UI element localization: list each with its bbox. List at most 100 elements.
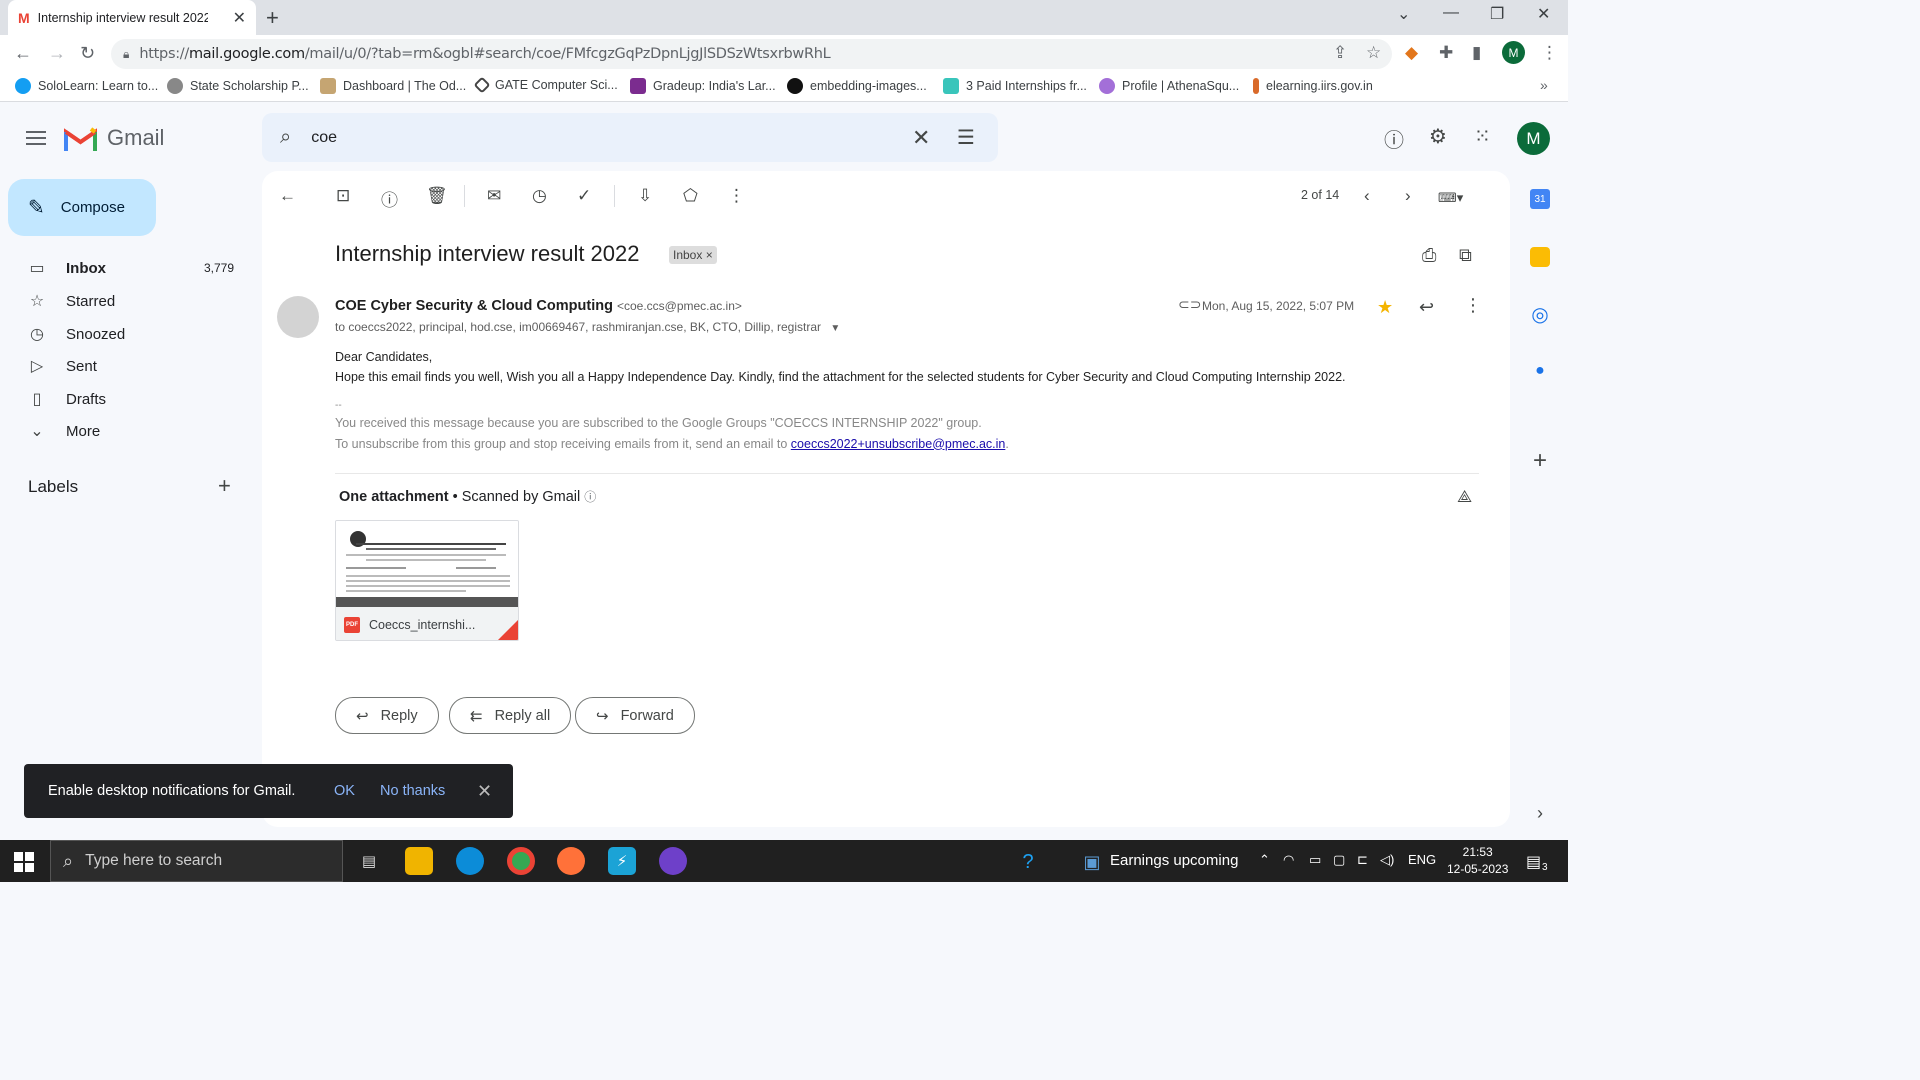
settings-gear-icon[interactable]: ⚙ <box>1429 124 1447 149</box>
share-icon[interactable]: ⇪ <box>1333 43 1347 63</box>
new-tab-icon[interactable]: + <box>266 5 279 31</box>
archive-icon[interactable]: ⊡ <box>336 186 350 206</box>
calendar-icon[interactable]: 31 <box>1530 189 1550 209</box>
attachment-card[interactable]: PDF Coeccs_internshi... <box>335 520 519 641</box>
bookmark-item[interactable]: 3 Paid Internships fr... <box>943 78 1087 94</box>
print-icon[interactable]: ⎙ <box>1422 245 1436 266</box>
help-tips-icon[interactable]: ? <box>1014 848 1042 876</box>
tasks-icon[interactable]: ◎ <box>1530 304 1550 326</box>
sidebar-item-drafts[interactable]: ▯ Drafts <box>0 383 250 415</box>
starred-icon[interactable]: ★ <box>1377 297 1393 318</box>
powerbi-icon[interactable]: ⚡ <box>608 847 636 875</box>
windows-start-icon[interactable] <box>14 852 34 872</box>
bookmark-item[interactable]: Profile | AthenaSqu... <box>1099 78 1239 94</box>
minimize-icon[interactable]: — <box>1443 4 1459 22</box>
help-icon[interactable]: ⓘ <box>1384 124 1404 153</box>
unsubscribe-link[interactable]: coeccs2022+unsubscribe@pmec.ac.in <box>791 437 1006 451</box>
search-bar[interactable]: ⌕ coe ✕ ☰ <box>262 113 998 162</box>
google-apps-icon[interactable]: ⁙ <box>1474 124 1491 149</box>
reply-icon[interactable]: ↩ <box>1419 297 1434 318</box>
bookmark-item[interactable]: State Scholarship P... <box>167 78 309 94</box>
bookmark-item[interactable]: SoloLearn: Learn to... <box>15 78 158 94</box>
github-desktop-icon[interactable] <box>659 847 687 875</box>
search-options-icon[interactable]: ☰ <box>957 125 975 150</box>
language-indicator[interactable]: ENG <box>1408 852 1436 867</box>
network-icon[interactable]: ⊏ <box>1357 852 1368 868</box>
display-icon[interactable]: ▢ <box>1333 852 1345 868</box>
weather-widget[interactable]: Earnings upcoming <box>1110 852 1238 869</box>
chrome-icon[interactable] <box>507 847 535 875</box>
edge-icon[interactable] <box>456 847 484 875</box>
show-details-caret-icon[interactable]: ▼ <box>830 323 840 334</box>
account-avatar[interactable]: M <box>1517 122 1550 155</box>
gmail-logo[interactable]: Gmail <box>64 125 164 151</box>
report-spam-icon[interactable]: ⓘ <box>381 186 398 211</box>
sidebar-item-sent[interactable]: ▷ Sent <box>0 350 250 382</box>
taskbar-search[interactable]: ⌕ Type here to search <box>50 840 343 882</box>
close-tab-icon[interactable]: ✕ <box>233 8 246 28</box>
open-new-window-icon[interactable]: ⧉ <box>1459 245 1472 266</box>
chrome-menu-icon[interactable]: ⋮ <box>1541 43 1558 63</box>
message-more-icon[interactable]: ⋮ <box>1464 295 1482 316</box>
get-addons-icon[interactable]: + <box>1530 447 1550 474</box>
task-view-icon[interactable]: ▤ <box>355 847 383 875</box>
clear-search-icon[interactable]: ✕ <box>912 125 930 151</box>
news-icon[interactable]: ▣ <box>1078 848 1106 876</box>
file-explorer-icon[interactable] <box>405 847 433 875</box>
mark-unread-icon[interactable]: ✉ <box>487 186 501 206</box>
contacts-icon[interactable]: ● <box>1530 361 1550 381</box>
more-bookmarks-icon[interactable]: » <box>1540 77 1548 93</box>
newer-chevron-icon[interactable]: ‹ <box>1364 186 1370 206</box>
forward-icon[interactable]: → <box>48 43 66 64</box>
toast-ok-button[interactable]: OK <box>334 783 355 799</box>
back-to-search-icon[interactable]: ← <box>279 186 296 206</box>
compose-button[interactable]: ✎ Compose <box>8 179 156 236</box>
restore-icon[interactable]: ❐ <box>1490 4 1504 24</box>
search-icon[interactable]: ⌕ <box>280 126 291 149</box>
delete-icon[interactable]: 🗑︎ <box>426 186 448 206</box>
add-to-tasks-icon[interactable]: ✓ <box>577 186 591 206</box>
wifi-icon[interactable]: ◠ <box>1283 852 1294 868</box>
side-panel-icon[interactable]: ▮ <box>1472 43 1481 63</box>
sidebar-item-more[interactable]: ⌄ More <box>0 415 250 447</box>
sidebar-item-snoozed[interactable]: ◷ Snoozed <box>0 318 250 350</box>
input-tools-icon[interactable]: ⌨▾ <box>1438 190 1463 206</box>
add-to-drive-icon[interactable]: ⟁ <box>1457 487 1472 507</box>
sidebar-item-starred[interactable]: ☆ Starred <box>0 285 250 317</box>
bookmark-item[interactable]: Gradeup: India's Lar... <box>630 78 776 94</box>
bookmark-star-icon[interactable]: ☆ <box>1366 43 1381 63</box>
volume-icon[interactable]: ◁) <box>1380 852 1394 868</box>
metamask-extension-icon[interactable]: ◆ <box>1405 43 1418 63</box>
system-clock[interactable]: 21:53 12-05-2023 <box>1447 844 1508 878</box>
remove-label-icon[interactable]: × <box>706 248 713 262</box>
window-close-icon[interactable]: ✕ <box>1537 4 1550 24</box>
profile-avatar[interactable]: M <box>1502 41 1525 64</box>
extensions-puzzle-icon[interactable]: ✚ <box>1439 43 1453 63</box>
move-to-icon[interactable]: ⇩ <box>638 186 652 206</box>
browser-tab[interactable]: M Internship interview result 2022 - ✕ <box>8 0 256 35</box>
label-icon[interactable]: ⬠ <box>683 186 698 206</box>
reload-icon[interactable]: ↻ <box>80 43 95 64</box>
notification-center-icon[interactable]: ▤ <box>1526 852 1541 872</box>
firefox-icon[interactable] <box>557 847 585 875</box>
reply-button[interactable]: ↩ Reply <box>335 697 439 734</box>
forward-button[interactable]: ↪ Forward <box>575 697 695 734</box>
sender-name[interactable]: COE Cyber Security & Cloud Computing <box>335 298 613 314</box>
reply-all-button[interactable]: ⇇ Reply all <box>449 697 572 734</box>
sidebar-item-inbox[interactable]: ▭ Inbox 3,779 <box>0 252 250 284</box>
bookmark-item[interactable]: Dashboard | The Od... <box>320 78 466 94</box>
omnibox[interactable]: 🔒︎ https://mail.google.com/mail/u/0/?tab… <box>111 39 1392 69</box>
back-icon[interactable]: ← <box>14 43 32 64</box>
more-actions-icon[interactable]: ⋮ <box>728 186 745 206</box>
show-hidden-icons[interactable]: ⌃ <box>1259 852 1270 868</box>
older-chevron-icon[interactable]: › <box>1405 186 1411 206</box>
bookmark-item[interactable]: GATE Computer Sci... <box>473 76 618 94</box>
snooze-icon[interactable]: ◷ <box>532 186 547 206</box>
show-side-panel-icon[interactable]: › <box>1530 803 1550 823</box>
add-label-icon[interactable]: + <box>218 473 231 499</box>
inbox-label-chip[interactable]: Inbox × <box>669 246 717 264</box>
main-menu-icon[interactable] <box>26 127 46 149</box>
toast-close-icon[interactable]: ✕ <box>477 781 492 802</box>
tab-search-icon[interactable]: ⌄ <box>1397 4 1410 24</box>
keep-icon[interactable] <box>1530 247 1550 267</box>
